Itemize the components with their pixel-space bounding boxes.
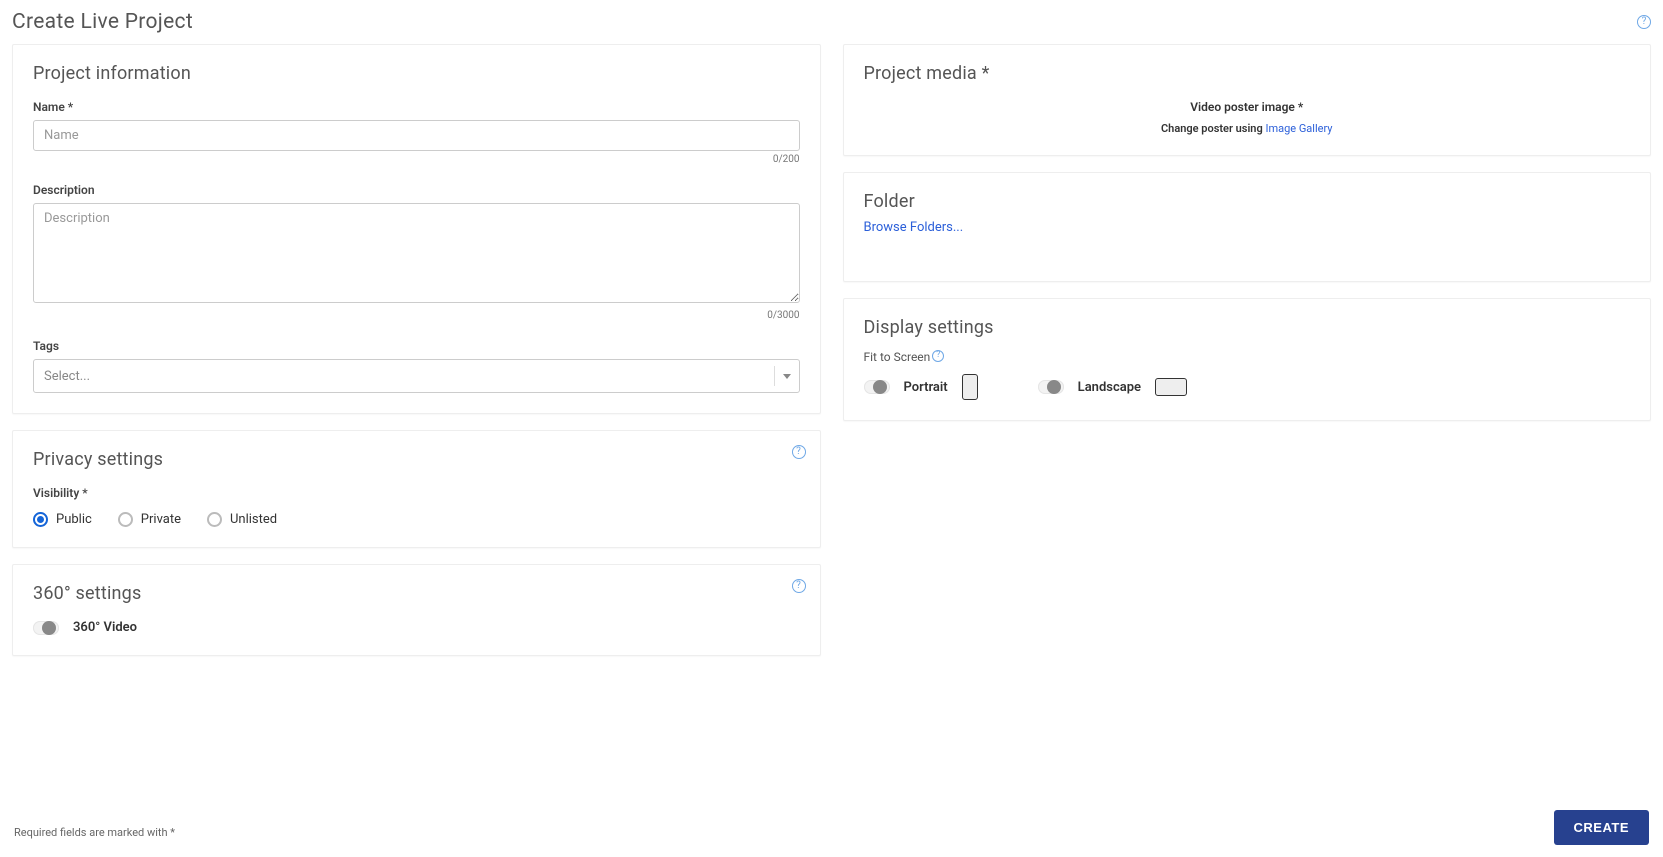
select-divider xyxy=(774,366,775,386)
radio-unlisted[interactable]: Unlisted xyxy=(207,512,277,527)
name-label: Name * xyxy=(33,100,800,114)
radio-icon xyxy=(118,512,133,527)
description-char-count: 0/3000 xyxy=(33,310,800,321)
tags-select[interactable]: Select... xyxy=(33,359,800,393)
create-button[interactable]: CREATE xyxy=(1554,810,1649,845)
browse-folders-link[interactable]: Browse Folders... xyxy=(864,220,964,235)
portrait-label: Portrait xyxy=(904,380,948,395)
toggle-360-video[interactable] xyxy=(33,621,59,635)
radio-label-private: Private xyxy=(141,512,181,527)
radio-icon xyxy=(33,512,48,527)
help-icon[interactable]: ? xyxy=(792,445,806,459)
name-char-count: 0/200 xyxy=(33,154,800,165)
folder-title: Folder xyxy=(864,191,1631,212)
change-poster-text: Change poster using xyxy=(1161,122,1265,135)
settings-360-title: 360° settings xyxy=(33,583,800,604)
settings-360-card: ? 360° settings 360° Video xyxy=(12,564,821,656)
help-icon[interactable]: ? xyxy=(932,350,944,362)
image-gallery-link[interactable]: Image Gallery xyxy=(1265,122,1332,135)
help-icon[interactable]: ? xyxy=(792,579,806,593)
tags-placeholder: Select... xyxy=(44,369,766,384)
radio-public[interactable]: Public xyxy=(33,512,92,527)
required-note: Required fields are marked with * xyxy=(14,826,1649,839)
portrait-device-icon xyxy=(962,374,978,400)
landscape-label: Landscape xyxy=(1078,380,1141,395)
privacy-title: Privacy settings xyxy=(33,449,800,470)
help-icon[interactable]: ? xyxy=(1637,15,1651,29)
project-info-card: Project information Name * 0/200 Descrip… xyxy=(12,44,821,414)
project-info-title: Project information xyxy=(33,63,800,84)
visibility-label: Visibility * xyxy=(33,486,800,500)
chevron-down-icon xyxy=(783,374,791,379)
project-media-card: Project media * Video poster image * Cha… xyxy=(843,44,1652,156)
radio-label-unlisted: Unlisted xyxy=(230,512,277,527)
display-settings-title: Display settings xyxy=(864,317,1631,338)
radio-icon xyxy=(207,512,222,527)
description-label: Description xyxy=(33,183,800,197)
landscape-device-icon xyxy=(1155,378,1187,396)
display-settings-card: Display settings Fit to Screen? Portrait… xyxy=(843,298,1652,421)
poster-label: Video poster image * xyxy=(864,100,1631,114)
fit-to-screen-label: Fit to Screen xyxy=(864,350,931,364)
page-title: Create Live Project xyxy=(12,10,193,34)
toggle-360-label: 360° Video xyxy=(73,620,137,635)
privacy-card: ? Privacy settings Visibility * Public P… xyxy=(12,430,821,548)
toggle-landscape[interactable] xyxy=(1038,380,1064,394)
radio-private[interactable]: Private xyxy=(118,512,181,527)
name-input[interactable] xyxy=(33,120,800,151)
description-input[interactable] xyxy=(33,203,800,303)
project-media-title: Project media * xyxy=(864,63,1631,84)
toggle-portrait[interactable] xyxy=(864,380,890,394)
folder-card: Folder Browse Folders... xyxy=(843,172,1652,282)
footer-bar: Required fields are marked with * CREATE xyxy=(0,818,1663,857)
radio-label-public: Public xyxy=(56,512,92,527)
tags-label: Tags xyxy=(33,339,800,353)
